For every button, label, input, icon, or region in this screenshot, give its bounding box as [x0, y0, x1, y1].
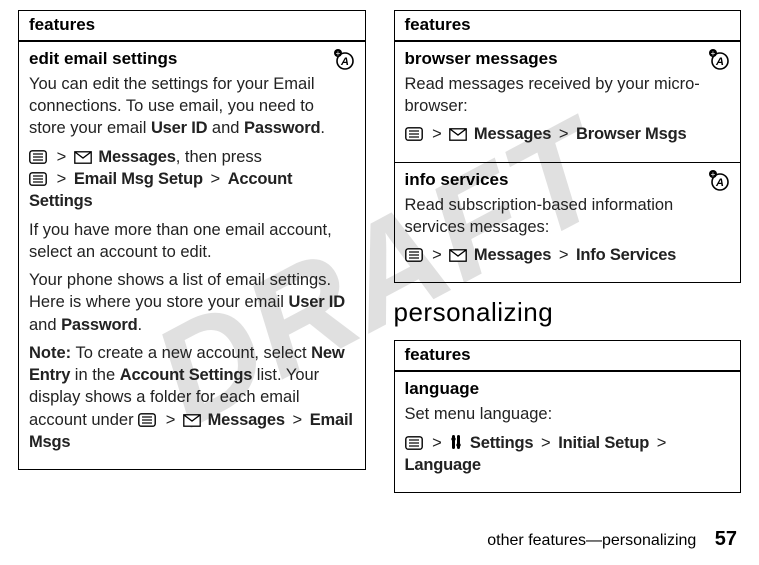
- section-title: info services: [405, 169, 731, 192]
- envelope-icon: [183, 414, 201, 427]
- svg-text:+: +: [335, 49, 340, 58]
- chevron-icon: >: [57, 170, 67, 188]
- paragraph: Read subscription-based information serv…: [405, 194, 731, 239]
- nav-path: > Messages, then press > Email Msg Setup…: [29, 146, 355, 213]
- page-footer: other features—personalizing 57: [487, 528, 737, 551]
- features-box-personalizing: features language Set menu language: > S…: [394, 340, 742, 493]
- svg-text:A: A: [715, 56, 724, 68]
- label-user-id: User ID: [151, 119, 207, 137]
- text: , then press: [176, 148, 262, 166]
- nav-browser-msgs: Browser Msgs: [576, 125, 686, 143]
- chevron-icon: >: [166, 411, 176, 429]
- paragraph: Read messages received by your micro-bro…: [405, 73, 731, 118]
- label-account-settings: Account Settings: [120, 366, 252, 384]
- right-column: features A+ browser messages Read messag…: [394, 10, 742, 507]
- nav-initial-setup: Initial Setup: [558, 434, 649, 452]
- footer-text: other features—personalizing: [487, 532, 696, 549]
- heading-personalizing: personalizing: [394, 297, 742, 328]
- network-badge-icon: A+: [708, 48, 732, 76]
- page-content: features A+ edit email settings You can …: [0, 0, 759, 507]
- nav-settings: Settings: [470, 434, 534, 452]
- left-column: features A+ edit email settings You can …: [18, 10, 366, 507]
- menu-key-icon: [138, 413, 156, 427]
- label-password: Password: [61, 316, 137, 334]
- chevron-icon: >: [57, 148, 67, 166]
- paragraph: You can edit the settings for your Email…: [29, 73, 355, 140]
- menu-key-icon: [29, 172, 47, 186]
- envelope-icon: [74, 151, 92, 164]
- nav-email-msg-setup: Email Msg Setup: [74, 170, 203, 188]
- chevron-icon: >: [657, 434, 667, 452]
- paragraph: Set menu language:: [405, 403, 731, 425]
- text: .: [320, 119, 325, 137]
- text: .: [137, 316, 142, 334]
- paragraph: Your phone shows a list of email setting…: [29, 269, 355, 336]
- section-title: browser messages: [405, 48, 731, 71]
- nav-messages: Messages: [474, 246, 551, 264]
- nav-language: Language: [405, 456, 481, 474]
- text: To create a new account, select: [71, 344, 311, 362]
- svg-text:A: A: [715, 177, 724, 189]
- note-paragraph: Note: To create a new account, select Ne…: [29, 342, 355, 453]
- chevron-icon: >: [432, 434, 442, 452]
- section-edit-email: A+ edit email settings You can edit the …: [19, 42, 365, 469]
- nav-path: > Settings > Initial Setup > Language: [405, 432, 731, 477]
- label-password: Password: [244, 119, 320, 137]
- features-header: features: [395, 341, 741, 372]
- menu-key-icon: [405, 127, 423, 141]
- section-language: language Set menu language: > Settings >…: [395, 372, 741, 492]
- section-info-services: A+ info services Read subscription-based…: [395, 163, 741, 283]
- chevron-icon: >: [432, 125, 442, 143]
- chevron-icon: >: [432, 246, 442, 264]
- chevron-icon: >: [292, 411, 302, 429]
- chevron-icon: >: [541, 434, 551, 452]
- section-browser-messages: A+ browser messages Read messages receiv…: [395, 42, 741, 163]
- chevron-icon: >: [559, 125, 569, 143]
- section-title: edit email settings: [29, 48, 355, 71]
- svg-text:+: +: [711, 170, 716, 179]
- section-title: language: [405, 378, 731, 401]
- chevron-icon: >: [210, 170, 220, 188]
- svg-text:+: +: [711, 49, 716, 58]
- note-label: Note:: [29, 344, 71, 362]
- features-box-right: features A+ browser messages Read messag…: [394, 10, 742, 283]
- features-header: features: [19, 11, 365, 42]
- label-user-id: User ID: [289, 293, 345, 311]
- features-header: features: [395, 11, 741, 42]
- text: and: [29, 316, 61, 334]
- nav-path: > Messages > Info Services: [405, 244, 731, 266]
- nav-messages: Messages: [474, 125, 551, 143]
- nav-info-services: Info Services: [576, 246, 676, 264]
- menu-key-icon: [29, 150, 47, 164]
- network-badge-icon: A+: [708, 169, 732, 197]
- nav-messages: Messages: [208, 411, 285, 429]
- features-box-left: features A+ edit email settings You can …: [18, 10, 366, 470]
- network-badge-icon: A+: [333, 48, 357, 76]
- menu-key-icon: [405, 248, 423, 262]
- text: Your phone shows a list of email setting…: [29, 271, 331, 311]
- nav-path: > Messages > Browser Msgs: [405, 123, 731, 145]
- envelope-icon: [449, 249, 467, 262]
- settings-tools-icon: [449, 434, 463, 450]
- svg-text:A: A: [340, 56, 349, 68]
- envelope-icon: [449, 128, 467, 141]
- menu-key-icon: [405, 436, 423, 450]
- paragraph: If you have more than one email account,…: [29, 219, 355, 264]
- nav-messages: Messages: [98, 148, 175, 166]
- text: in the: [70, 366, 120, 384]
- chevron-icon: >: [559, 246, 569, 264]
- page-number: 57: [715, 528, 737, 550]
- text: and: [207, 119, 244, 137]
